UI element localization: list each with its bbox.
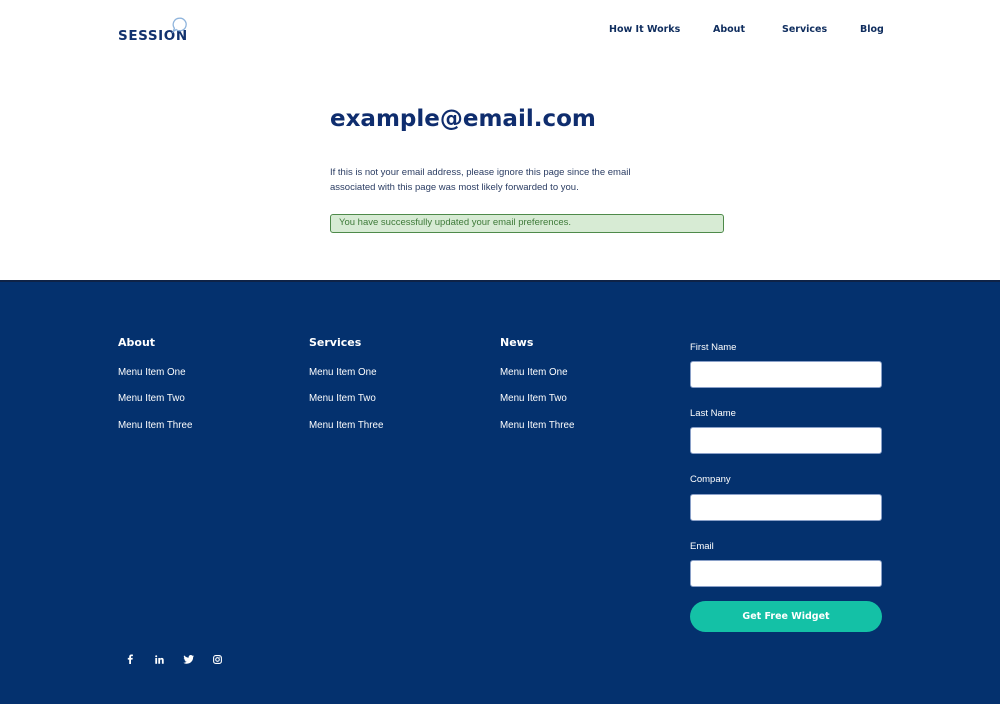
last-name-input[interactable] [690, 427, 882, 454]
footer-column-title: News [500, 336, 534, 349]
footer-column-about: About Menu Item One Menu Item Two Menu I… [118, 336, 192, 431]
first-name-input[interactable] [690, 361, 882, 388]
email-input[interactable] [690, 560, 882, 587]
footer-link[interactable]: Menu Item Two [500, 393, 567, 404]
footer-link[interactable]: Menu Item Two [118, 393, 185, 404]
email-label: Email [690, 541, 714, 552]
nav-about[interactable]: About [713, 24, 745, 35]
speech-bubble-icon [171, 17, 187, 34]
instagram-icon[interactable] [210, 652, 224, 666]
get-free-widget-button[interactable]: Get Free Widget [690, 601, 882, 632]
footer-link[interactable]: Menu Item One [309, 367, 377, 378]
footer-column-title: Services [309, 336, 362, 349]
facebook-icon[interactable] [123, 652, 137, 666]
email-notice: If this is not your email address, pleas… [330, 167, 631, 193]
nav-how-it-works[interactable]: How It Works [609, 24, 680, 35]
footer-link[interactable]: Menu Item Two [309, 393, 376, 404]
footer-link[interactable]: Menu Item Three [309, 420, 383, 431]
footer-column-title: About [118, 336, 156, 349]
email-heading: example@email.com [330, 106, 596, 132]
footer-link[interactable]: Menu Item One [500, 367, 568, 378]
site-header: SESSION How It Works About Services Blog [0, 0, 1000, 62]
nav-blog[interactable]: Blog [860, 24, 884, 35]
footer-column-services: Services Menu Item One Menu Item Two Men… [309, 336, 383, 431]
footer-link[interactable]: Menu Item Three [118, 420, 192, 431]
main-content: example@email.com If this is not your em… [0, 62, 1000, 280]
twitter-icon[interactable] [181, 652, 195, 666]
last-name-label: Last Name [690, 408, 736, 419]
footer-link[interactable]: Menu Item Three [500, 420, 574, 431]
footer-link[interactable]: Menu Item One [118, 367, 186, 378]
success-alert: You have successfully updated your email… [330, 214, 724, 233]
brand-logo[interactable]: SESSION [118, 17, 188, 43]
linkedin-icon[interactable] [152, 652, 166, 666]
footer-column-news: News Menu Item One Menu Item Two Menu It… [500, 336, 574, 431]
nav-services[interactable]: Services [782, 24, 827, 35]
company-label: Company [690, 474, 731, 485]
first-name-label: First Name [690, 342, 737, 353]
company-input[interactable] [690, 494, 882, 521]
site-footer: About Menu Item One Menu Item Two Menu I… [0, 280, 1000, 704]
